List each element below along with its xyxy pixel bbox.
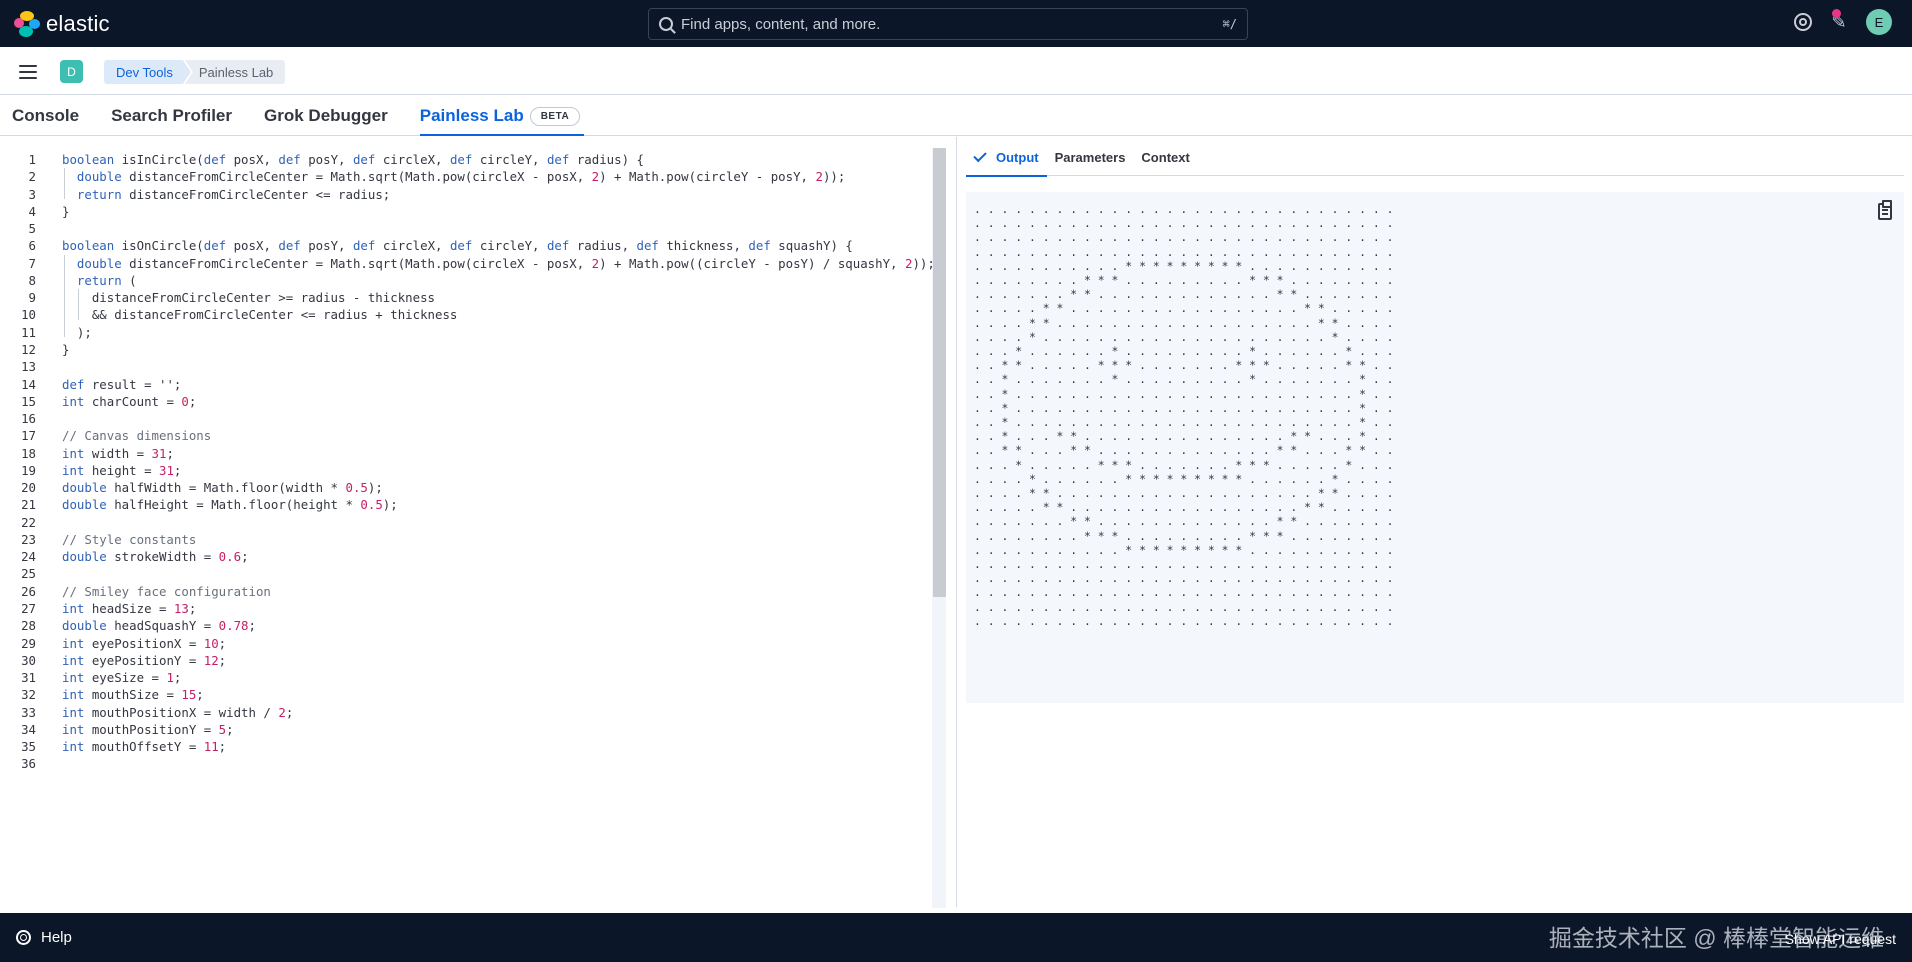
output-tabs: Output Parameters Context: [966, 140, 1904, 177]
help-icon: [16, 930, 31, 945]
tab-painless-lab[interactable]: Painless Lab BETA: [419, 106, 585, 136]
breadcrumb-dev-tools[interactable]: Dev Tools: [104, 60, 191, 84]
help-button[interactable]: Help: [16, 929, 72, 946]
indent-guide: [64, 168, 65, 199]
code-line[interactable]: 36: [0, 753, 930, 774]
elastic-logo[interactable]: elastic: [14, 11, 110, 37]
tab-label: Grok Debugger: [264, 106, 388, 125]
breadcrumb-bar: D Dev Tools Painless Lab: [0, 47, 1912, 95]
line-number: 36: [21, 756, 36, 772]
tab-label: Painless Lab: [419, 106, 524, 125]
tab-grok-debugger[interactable]: Grok Debugger: [264, 106, 388, 135]
tab-label: Output: [996, 150, 1039, 165]
space-avatar[interactable]: D: [60, 60, 83, 83]
show-api-request-button[interactable]: Show API request: [1785, 931, 1896, 947]
tab-label: Context: [1141, 150, 1190, 165]
brand-name: elastic: [46, 11, 110, 36]
breadcrumb-painless-lab: Painless Lab: [184, 60, 286, 84]
tab-output[interactable]: Output: [966, 140, 1047, 177]
elastic-logo-icon: [14, 11, 40, 37]
tab-parameters[interactable]: Parameters: [1047, 140, 1134, 176]
newsfeed-icon[interactable]: ✎: [1828, 9, 1850, 33]
breadcrumb: Dev Tools Painless Lab: [104, 60, 286, 84]
copy-icon[interactable]: [1878, 200, 1892, 220]
tab-context[interactable]: Context: [1133, 140, 1197, 176]
indent-guide: [78, 289, 79, 320]
code-editor[interactable]: 1 boolean isInCircle(def posX, def posY, …: [0, 137, 946, 907]
indent-guide: [64, 254, 65, 337]
editor-scrollbar-thumb[interactable]: [933, 148, 946, 597]
notification-dot: [1832, 9, 1841, 18]
tab-label: Console: [12, 106, 80, 125]
tab-console[interactable]: Console: [12, 106, 79, 135]
tab-search-profiler[interactable]: Search Profiler: [111, 106, 232, 135]
beta-badge: BETA: [529, 106, 581, 126]
help-label: Help: [41, 929, 72, 946]
menu-icon[interactable]: [19, 65, 37, 79]
user-avatar[interactable]: E: [1866, 9, 1892, 35]
search-icon: [659, 17, 673, 31]
global-search[interactable]: Find apps, content, and more. ⌘/: [648, 8, 1248, 40]
output-text: . . . . . . . . . . . . . . . . . . . . …: [974, 202, 1394, 628]
panel-divider[interactable]: [956, 137, 957, 907]
help-icon[interactable]: [1794, 13, 1812, 31]
tab-label: Parameters: [1054, 150, 1126, 165]
dev-tools-tabs: Console Search Profiler Grok Debugger Pa…: [0, 96, 1912, 136]
top-header: elastic Find apps, content, and more. ⌘/…: [0, 0, 1912, 47]
check-icon: [973, 148, 987, 163]
search-shortcut: ⌘/: [1222, 17, 1237, 31]
search-placeholder: Find apps, content, and more.: [681, 15, 881, 33]
tab-label: Search Profiler: [111, 106, 233, 125]
bottom-bar: Help 掘金技术社区 @ 棒棒堂智能运维 Show API request: [0, 913, 1912, 962]
